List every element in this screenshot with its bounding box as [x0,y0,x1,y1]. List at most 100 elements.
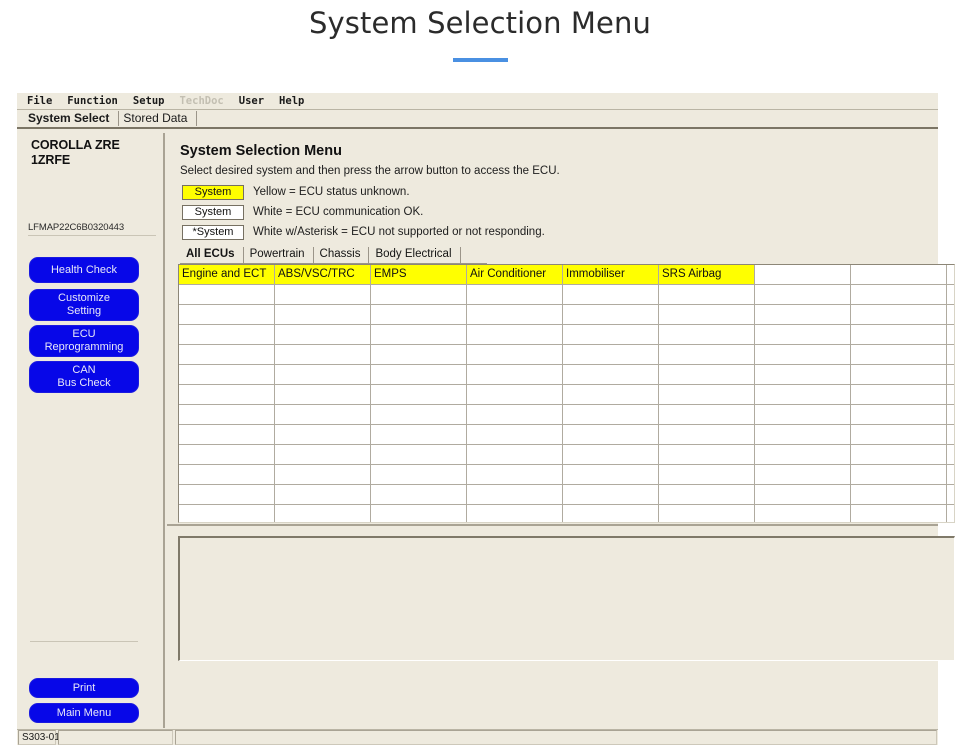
ecu-cell-empty [467,305,563,324]
panel-heading: System Selection Menu [180,143,342,159]
ecu-cell-empty [563,285,659,304]
ecu-cell-empty [467,485,563,504]
legend-row: System Yellow = ECU status unknown. [182,182,545,202]
ecu-cell-empty [371,385,467,404]
can-bus-check-label-2: Bus Check [57,377,111,389]
ecu-cell-empty [467,445,563,464]
legend-description: Yellow = ECU status unknown. [253,186,410,198]
ecu-cell-empty [659,425,755,444]
ecu-cell-empty [275,505,371,522]
ecu-tab-powertrain[interactable]: Powertrain [244,247,314,263]
ecu-tab-chassis[interactable]: Chassis [314,247,370,263]
main-menu-label: Main Menu [56,706,112,719]
ecu-grid-row [179,345,954,365]
main-menu-button[interactable]: Main Menu [29,703,139,723]
ecu-cell-empty [179,485,275,504]
ecu-cell-empty [467,345,563,364]
legend-chip-white: System [182,204,244,220]
ecu-cell-empty [371,345,467,364]
ecu-cell-empty [851,265,947,284]
ecu-cell-empty [371,285,467,304]
menu-item-setup[interactable]: Setup [133,95,165,108]
panel-instruction: Select desired system and then press the… [180,165,560,177]
menu-item-file[interactable]: File [27,95,52,108]
menu-item-help[interactable]: Help [279,95,304,108]
legend-chip-yellow: System [182,184,244,200]
can-bus-check-label-1: CAN [72,364,96,376]
ecu-cell-empty [467,385,563,404]
ecu-cell-empty [275,445,371,464]
ecu-reprogramming-label-2: Reprogramming [44,341,124,353]
ecu-tab-all-ecus[interactable]: All ECUs [180,247,244,263]
ecu-grid-row [179,365,954,385]
status-legend: System Yellow = ECU status unknown. System… [182,182,545,242]
ecu-cell-empty [851,485,947,504]
ecu-cell-air-conditioner[interactable]: Air Conditioner [467,265,563,284]
can-bus-check-button[interactable]: CAN Bus Check [29,361,139,393]
title-accent-bar [453,58,508,62]
vehicle-model: COROLLA ZRE [31,138,120,152]
ecu-cell-empty [659,405,755,424]
menu-item-function[interactable]: Function [67,95,118,108]
window-tab-system-select[interactable]: System Select [24,111,120,126]
ecu-cell-empty [467,285,563,304]
ecu-cell-empty [563,505,659,522]
ecu-cell-empty [563,465,659,484]
print-label: Print [72,681,96,694]
ecu-cell-abs-vsc-trc[interactable]: ABS/VSC/TRC [275,265,371,284]
ecu-cell-empty [755,465,851,484]
ecu-cell-empty [659,345,755,364]
ecu-cell-empty [371,465,467,484]
ecu-cell-empty [179,385,275,404]
ecu-cell-emps[interactable]: EMPS [371,265,467,284]
ecu-tab-body-electrical[interactable]: Body Electrical [369,247,461,263]
ecu-cell-empty [371,405,467,424]
health-check-button[interactable]: Health Check [29,257,139,283]
ecu-cell-empty [563,485,659,504]
ecu-cell-empty [851,425,947,444]
ecu-cell-empty [467,505,563,522]
status-message [58,730,173,745]
ecu-cell-empty [659,505,755,522]
ecu-cell-empty [851,345,947,364]
ecu-cell-empty [851,385,947,404]
ecu-cell-empty [275,305,371,324]
window-tab-stored-data[interactable]: Stored Data [119,111,198,126]
ecu-cell-engine-and-ect[interactable]: Engine and ECT [179,265,275,284]
ecu-cell-empty [659,465,755,484]
ecu-cell-empty [467,405,563,424]
ecu-grid-row: Engine and ECT ABS/VSC/TRC EMPS Air Conditi… [179,265,954,285]
ecu-cell-empty [275,325,371,344]
ecu-cell-empty [179,465,275,484]
ecu-cell-srs-airbag[interactable]: SRS Airbag [659,265,755,284]
legend-description: White w/Asterisk = ECU not supported or … [253,226,545,238]
print-button[interactable]: Print [29,678,139,698]
customize-setting-label-2: Setting [66,305,102,317]
ecu-cell-empty [563,405,659,424]
ecu-cell-empty [371,505,467,522]
ecu-cell-empty [659,325,755,344]
menu-item-techdoc: TechDoc [179,94,224,107]
ecu-cell-empty [371,485,467,504]
ecu-cell-empty [563,385,659,404]
ecu-cell-empty [755,305,851,324]
ecu-cell-empty [179,345,275,364]
ecu-grid-row [179,285,954,305]
ecu-cell-empty [179,285,275,304]
ecu-cell-empty [659,305,755,324]
ecu-cell-immobiliser[interactable]: Immobiliser [563,265,659,284]
menu-item-user[interactable]: User [239,95,264,108]
ecu-cell-empty [275,465,371,484]
sidebar: COROLLA ZRE 1ZRFE LFMAP22C6B0320443 Heal… [18,133,165,728]
ecu-cell-empty [755,325,851,344]
ecu-cell-empty [851,465,947,484]
ecu-reprogramming-button[interactable]: ECU Reprogramming [29,325,139,357]
application-window: File Function Setup TechDoc User Help System … [16,92,955,745]
customize-setting-button[interactable]: Customize Setting [29,289,139,321]
output-panel [178,536,955,661]
ecu-cell-empty [851,365,947,384]
ecu-cell-empty [563,325,659,344]
status-bar: S303-01 [17,729,938,745]
ecu-grid-row [179,465,954,485]
ecu-reprogramming-label-1: ECU [72,328,96,340]
